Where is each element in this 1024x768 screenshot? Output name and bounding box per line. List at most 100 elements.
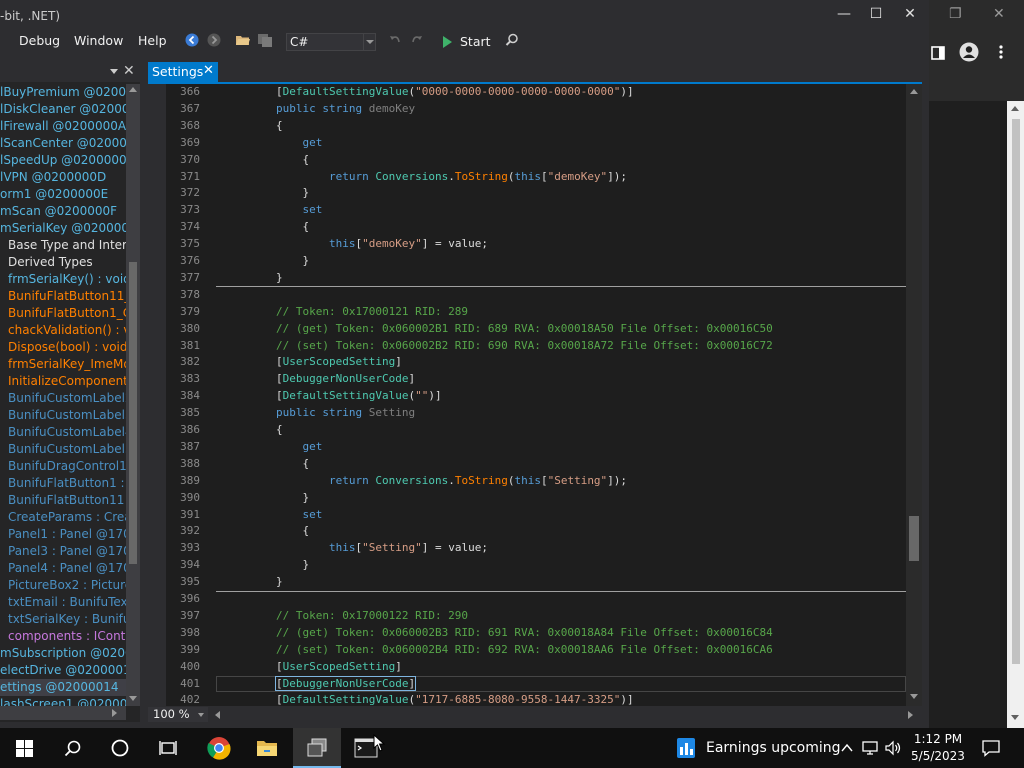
close-icon[interactable]: ✕	[203, 63, 214, 78]
chevron-down-icon[interactable]	[198, 713, 204, 717]
minimize-button[interactable]: —	[834, 6, 854, 24]
tree-item[interactable]: components : IContai	[0, 628, 126, 645]
scroll-right-icon[interactable]	[908, 711, 913, 719]
code-line[interactable]: 368 {	[166, 118, 906, 134]
code-line[interactable]: 379 // Token: 0x17000121 RID: 289	[166, 304, 906, 320]
panel-toggle-icon[interactable]	[931, 45, 945, 60]
chevron-down-icon[interactable]	[363, 34, 375, 50]
tree-item[interactable]: InitializeComponent()	[0, 373, 126, 390]
tree-item[interactable]: BunifuFlatButton11_C	[0, 288, 126, 305]
tree-item[interactable]: BunifuCustomLabel3 :	[0, 407, 126, 424]
code-line[interactable]: 399 // (set) Token: 0x060002B4 RID: 692 R…	[166, 642, 906, 658]
redo-icon[interactable]	[408, 33, 426, 51]
code-line[interactable]: 373 set	[166, 202, 906, 218]
code-line[interactable]: 398 // (get) Token: 0x060002B3 RID: 691 R…	[166, 625, 906, 641]
scroll-down-icon[interactable]	[129, 696, 137, 701]
tree-item[interactable]: lVPN @0200000D	[0, 169, 126, 186]
tree-item[interactable]: Panel3 : Panel @17000	[0, 543, 126, 560]
code-line[interactable]: 370 {	[166, 152, 906, 168]
maximize-button[interactable]: ☐	[866, 6, 886, 24]
code-line[interactable]: 383 [DebuggerNonUserCode]	[166, 371, 906, 387]
code-line[interactable]: 366 [DefaultSettingValue("0000-0000-0000-…	[166, 84, 906, 100]
tree-item[interactable]: ettings @02000014	[0, 679, 126, 696]
code-line[interactable]: 394 }	[166, 557, 906, 573]
code-line[interactable]: 376 }	[166, 253, 906, 269]
code-line[interactable]: 386 {	[166, 422, 906, 438]
menu-debug[interactable]: Debug	[19, 33, 60, 48]
search-icon[interactable]	[503, 33, 521, 51]
tree-item[interactable]: lashScreen1 @0200001	[0, 696, 126, 706]
code-line[interactable]: 380 // (get) Token: 0x060002B1 RID: 689 R…	[166, 321, 906, 337]
tree-horizontal-scrollbar[interactable]	[0, 706, 126, 720]
tab-settings[interactable]: Settings ✕	[148, 62, 218, 82]
tree-item[interactable]: lFirewall @0200000A	[0, 118, 126, 135]
code-line[interactable]: 378	[166, 287, 906, 303]
back-icon[interactable]	[183, 33, 201, 51]
code-line[interactable]: 391 set	[166, 507, 906, 523]
chevron-down-icon[interactable]	[110, 69, 118, 74]
menu-window[interactable]: Window	[74, 33, 123, 48]
code-line[interactable]: 387 get	[166, 439, 906, 455]
tree-item[interactable]: frmSerialKey() : void @	[0, 271, 126, 288]
code-line[interactable]: 395}	[166, 574, 906, 590]
tree-item[interactable]: Derived Types	[0, 254, 126, 271]
code-line[interactable]: 374 {	[166, 219, 906, 235]
more-options-icon[interactable]	[997, 44, 1005, 60]
editor-horizontal-scrollbar[interactable]: 100 %	[148, 706, 922, 724]
tree-item[interactable]: CreateParams : Create	[0, 509, 126, 526]
code-line[interactable]: 381 // (set) Token: 0x060002B2 RID: 690 R…	[166, 338, 906, 354]
code-line[interactable]: 385 public string Setting	[166, 405, 906, 421]
tree-item[interactable]: Base Type and Interfac	[0, 237, 126, 254]
menu-help[interactable]: Help	[138, 33, 167, 48]
code-line[interactable]: 367 public string demoKey	[166, 101, 906, 117]
code-line[interactable]: 377}	[166, 270, 906, 286]
system-clock[interactable]: 1:12 PM 5/5/2023	[908, 731, 968, 765]
tree-item[interactable]: electDrive @02000012	[0, 662, 126, 679]
tree-item[interactable]: chackValidation() : voi	[0, 322, 126, 339]
tree-item[interactable]: Panel4 : Panel @17000	[0, 560, 126, 577]
scroll-right-icon[interactable]	[112, 709, 117, 717]
volume-icon[interactable]	[885, 740, 901, 756]
close-icon[interactable]: ✕	[993, 6, 1005, 22]
code-line[interactable]: 371 return Conversions.ToString(this["de…	[166, 169, 906, 185]
scroll-down-icon[interactable]	[1011, 715, 1019, 720]
profile-icon[interactable]	[959, 42, 979, 62]
code-line[interactable]: 397 // Token: 0x17000122 RID: 290	[166, 608, 906, 624]
tree-item[interactable]: txtEmail : BunifuTextB	[0, 594, 126, 611]
task-view-button[interactable]	[144, 728, 192, 768]
notifications-icon[interactable]	[982, 739, 1000, 757]
scroll-up-icon[interactable]	[910, 89, 918, 94]
taskbar-file-explorer[interactable]	[243, 728, 291, 768]
editor-vertical-scrollbar[interactable]	[906, 84, 922, 706]
assembly-tree[interactable]: lBuyPremium @0200000 lDiskCleaner @020000…	[0, 84, 126, 706]
scroll-left-icon[interactable]	[215, 711, 220, 719]
scroll-thumb[interactable]	[1012, 119, 1020, 664]
undo-icon[interactable]	[386, 33, 404, 51]
save-all-icon[interactable]	[256, 33, 274, 51]
tree-item[interactable]: frmSerialKey_ImeMod	[0, 356, 126, 373]
code-line[interactable]: 388 {	[166, 456, 906, 472]
scroll-up-icon[interactable]	[129, 87, 137, 92]
tree-item[interactable]: BunifuFlatButton1_Cli	[0, 305, 126, 322]
tree-item[interactable]: Panel1 : Panel @17000	[0, 526, 126, 543]
scroll-up-icon[interactable]	[1011, 106, 1019, 111]
tree-item[interactable]: mScan @0200000F	[0, 203, 126, 220]
taskbar-chrome[interactable]	[195, 728, 243, 768]
code-line[interactable]: 384 [DefaultSettingValue("")]	[166, 388, 906, 404]
tree-item[interactable]: BunifuCustomLabel5 :	[0, 441, 126, 458]
chevron-up-icon[interactable]	[840, 740, 854, 754]
open-folder-icon[interactable]	[234, 33, 252, 51]
restore-icon[interactable]: ❐	[949, 6, 962, 22]
code-line[interactable]: 400 [UserScopedSetting]	[166, 659, 906, 675]
network-icon[interactable]	[862, 740, 878, 756]
tree-vertical-scrollbar[interactable]	[126, 84, 140, 706]
scroll-thumb[interactable]	[129, 262, 137, 564]
tree-item[interactable]: BunifuCustomLabel2 :	[0, 390, 126, 407]
code-line[interactable]: 389 return Conversions.ToString(this["Se…	[166, 473, 906, 489]
tree-item[interactable]: txtSerialKey : BunifuTe	[0, 611, 126, 628]
close-icon[interactable]: ✕	[123, 63, 135, 79]
tree-item[interactable]: BunifuCustomLabel4 :	[0, 424, 126, 441]
code-line[interactable]: 393 this["Setting"] = value;	[166, 540, 906, 556]
taskbar-terminal[interactable]	[343, 728, 391, 768]
forward-icon[interactable]	[205, 33, 223, 51]
